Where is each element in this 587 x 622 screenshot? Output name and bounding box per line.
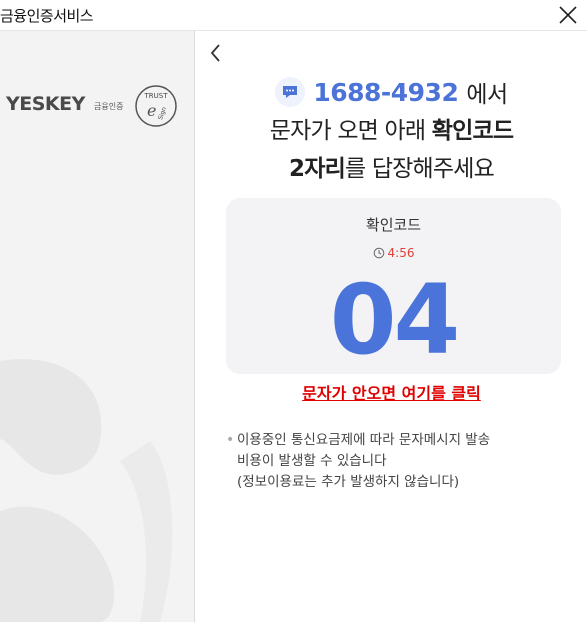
resend-link[interactable]: 문자가 안오면 여기를 클릭 bbox=[196, 380, 587, 404]
notice-line: 비용이 발생할 수 있습니다 bbox=[237, 453, 387, 469]
phone-suffix: 에서 bbox=[466, 82, 508, 108]
instruction-headline: 1688-4932 에서 문자가 오면 아래 확인코드 2자리를 답장해주세요 bbox=[196, 72, 587, 188]
verification-code: 04 bbox=[329, 264, 461, 376]
verification-code-card: 확인코드 4:56 04 bbox=[226, 198, 561, 374]
cost-notice: • 이용중인 통신요금제에 따라 문자메시지 발송 비용이 발생할 수 있습니다… bbox=[226, 430, 571, 493]
brand-sub: 금융인증 bbox=[94, 102, 124, 111]
timer-value: 4:56 bbox=[387, 246, 415, 260]
trust-esign-seal-icon: TRUST e Sign bbox=[135, 85, 177, 127]
svg-text:Sign: Sign bbox=[157, 106, 168, 121]
notice-line: 이용중인 통신요금제에 따라 문자메시지 발송 bbox=[237, 432, 491, 448]
window-title: 금융인증서비스 bbox=[0, 7, 94, 25]
instruction-text: 를 답장해주세요 bbox=[344, 156, 495, 182]
chat-bubble-icon bbox=[275, 77, 306, 107]
sender-phone-number: 1688-4932 bbox=[313, 77, 459, 107]
yeskey-logo: YESKEY 금융인증 TRUST e Sign bbox=[6, 83, 186, 129]
brand-panel: YESKEY 금융인증 TRUST e Sign bbox=[0, 31, 195, 622]
svg-text:TRUST: TRUST bbox=[144, 92, 169, 100]
instruction-bold: 확인코드 bbox=[431, 118, 514, 144]
instruction-text: 문자가 오면 아래 bbox=[269, 118, 432, 144]
countdown-timer: 4:56 bbox=[226, 246, 561, 260]
decorative-shape bbox=[0, 359, 173, 622]
notice-line: (정보이용료는 추가 발생하지 않습니다) bbox=[237, 474, 460, 490]
svg-text:e: e bbox=[147, 101, 156, 120]
close-icon[interactable] bbox=[557, 4, 579, 26]
notice-bullet: • bbox=[226, 432, 235, 448]
code-title: 확인코드 bbox=[365, 216, 422, 234]
brand-name: YESKEY bbox=[6, 93, 85, 115]
title-bar: 금융인증서비스 bbox=[0, 0, 587, 31]
instruction-line-2: 문자가 오면 아래 확인코드 bbox=[196, 112, 587, 150]
back-chevron-icon[interactable] bbox=[208, 42, 224, 64]
instruction-line-3: 2자리를 답장해주세요 bbox=[196, 150, 587, 188]
clock-icon bbox=[373, 247, 384, 259]
instruction-bold: 2자리 bbox=[289, 156, 346, 182]
